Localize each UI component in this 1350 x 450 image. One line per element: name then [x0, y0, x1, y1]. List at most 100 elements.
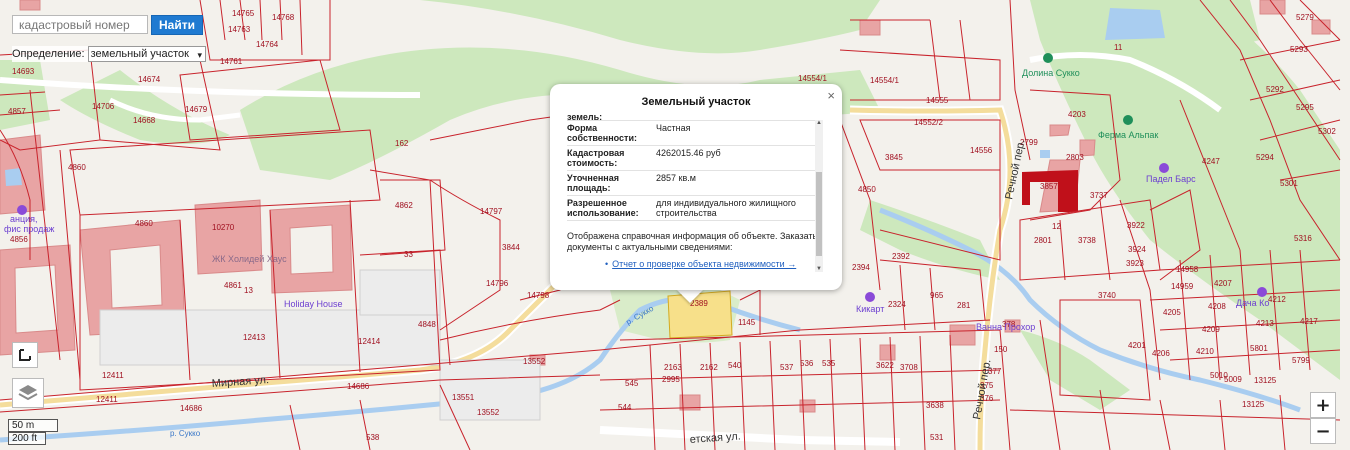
- plot-number: 5301: [1280, 179, 1298, 188]
- plot-number: 544: [618, 403, 632, 412]
- plot-number: 13551: [452, 393, 475, 402]
- plot-number: 12414: [358, 337, 381, 346]
- plot-number: 4205: [1163, 308, 1181, 317]
- parcel-info-popup: × Земельный участок земель: Форма собств…: [550, 84, 842, 290]
- plot-number: 545: [625, 379, 639, 388]
- definition-selected-value: земельный участок: [90, 48, 189, 60]
- plot-number: 4247: [1202, 157, 1220, 166]
- plot-number: 4850: [858, 185, 876, 194]
- property-key: Уточненная площадь:: [567, 173, 619, 193]
- plot-number: 3922: [1127, 221, 1145, 230]
- plot-number: 2803: [1066, 153, 1084, 162]
- plot-number: 3622: [876, 361, 894, 370]
- plot-number: 14679: [185, 105, 208, 114]
- layers-button[interactable]: [12, 378, 44, 408]
- plot-number: 4212: [1268, 295, 1286, 304]
- plot-number: 5279: [1296, 13, 1314, 22]
- plot-number: 14796: [486, 279, 509, 288]
- plot-number: 4860: [68, 163, 86, 172]
- property-row: Разрешенное использование: для индивидуа…: [567, 196, 821, 221]
- poi-marker[interactable]: [1257, 287, 1267, 297]
- plot-number: 4217: [1300, 317, 1318, 326]
- park-label: ЖК Холидей Хаус: [212, 254, 287, 264]
- street-name: етская ул.: [689, 430, 741, 446]
- plot-number: 4203: [1068, 110, 1086, 119]
- plot-number: 14693: [12, 67, 35, 76]
- building: [0, 244, 76, 356]
- plot-number: 5316: [1294, 234, 1312, 243]
- property-row: Форма собственности: Частная: [567, 121, 821, 146]
- plot-number: 14761: [220, 57, 243, 66]
- plot-number: 14797: [480, 207, 503, 216]
- scrollbar-thumb[interactable]: [816, 172, 822, 256]
- plot-number: 5799: [1292, 356, 1310, 365]
- property-value: 2857 кв.м: [656, 173, 696, 183]
- popup-scrollbar[interactable]: ▲ ▼: [815, 120, 823, 272]
- cadastral-number-input[interactable]: [12, 15, 148, 34]
- scroll-down-icon[interactable]: ▼: [815, 266, 823, 272]
- scale-bar-imperial: 200 ft: [8, 432, 46, 445]
- building: [269, 204, 353, 294]
- road: [599, 426, 901, 446]
- plot-number: 12: [1052, 222, 1061, 231]
- scale-bar-metric: 50 m: [8, 419, 58, 432]
- plot-number: 537: [780, 363, 794, 372]
- fullscreen-button[interactable]: [12, 342, 38, 368]
- plot-number: 12411: [96, 395, 118, 404]
- report-link-text[interactable]: Отчет о проверке объекта недвижимости →: [612, 259, 796, 269]
- definition-select[interactable]: земельный участок ▾: [87, 46, 206, 62]
- zoom-in-button[interactable]: +: [1310, 392, 1336, 418]
- property-value: для индивидуального жилищного строительс…: [656, 198, 796, 218]
- plot-number: 540: [728, 361, 742, 370]
- building: [949, 324, 976, 346]
- plot-number: 2392: [892, 252, 910, 261]
- poi-marker[interactable]: [1043, 53, 1053, 63]
- property-key: Кадастровая стоимость:: [567, 148, 625, 168]
- plot-number: 14958: [1176, 265, 1199, 274]
- plot-number: 2801: [1034, 236, 1052, 245]
- building: [1259, 0, 1286, 15]
- plot-number: 1145: [738, 318, 756, 327]
- plot-number: 5302: [1318, 127, 1336, 136]
- scroll-up-icon[interactable]: ▲: [815, 120, 823, 126]
- plot-number: 14768: [272, 13, 295, 22]
- property-row: Кадастровая стоимость: 4262015.46 руб: [567, 146, 821, 171]
- poi-marker[interactable]: [865, 292, 875, 302]
- plot-number: 3740: [1098, 291, 1116, 300]
- plot-number: 5292: [1266, 85, 1284, 94]
- plot-number: 4860: [135, 219, 153, 228]
- property-value: Частная: [656, 123, 691, 133]
- plot-number: 4210: [1196, 347, 1214, 356]
- plot-number: 13552: [477, 408, 500, 417]
- plot-number: 14686: [180, 404, 203, 413]
- boundary-line: [859, 119, 1001, 171]
- plot-number: 5294: [1256, 153, 1274, 162]
- plot-number: 3844: [502, 243, 520, 252]
- plot-number: 3924: [1128, 245, 1146, 254]
- plot-number: 3638: [926, 401, 944, 410]
- poi-marker[interactable]: [1123, 115, 1133, 125]
- plot-number: 4213: [1256, 319, 1274, 328]
- plot-number: 4208: [1208, 302, 1226, 311]
- report-link[interactable]: • Отчет о проверке объекта недвижимости →: [567, 259, 821, 269]
- plot-number: 14959: [1171, 282, 1194, 291]
- plot-number: 13125: [1242, 400, 1265, 409]
- find-button[interactable]: Найти: [151, 15, 203, 35]
- plot-number: 2162: [700, 363, 718, 372]
- poi-marker[interactable]: [1159, 163, 1169, 173]
- plot-number: 5009: [1224, 375, 1242, 384]
- zoom-out-button[interactable]: −: [1310, 418, 1336, 444]
- plot-number: 14706: [92, 102, 115, 111]
- poi-label: Ферма Альпак: [1098, 130, 1158, 140]
- fullscreen-icon: [19, 349, 31, 361]
- plot-number: 14554/1: [798, 74, 827, 83]
- poi-label: Ванна Прохор: [976, 322, 1035, 332]
- property-row: Уточненная площадь: 2857 кв.м: [567, 171, 821, 196]
- building: [1049, 124, 1071, 137]
- building: [859, 19, 881, 36]
- plot-number: 2163: [664, 363, 682, 372]
- water-body: [5, 168, 22, 186]
- boundary-line: [199, 0, 331, 61]
- popup-body: земель: Форма собственности: Частная Кад…: [567, 114, 821, 280]
- plot-number: 965: [930, 291, 944, 300]
